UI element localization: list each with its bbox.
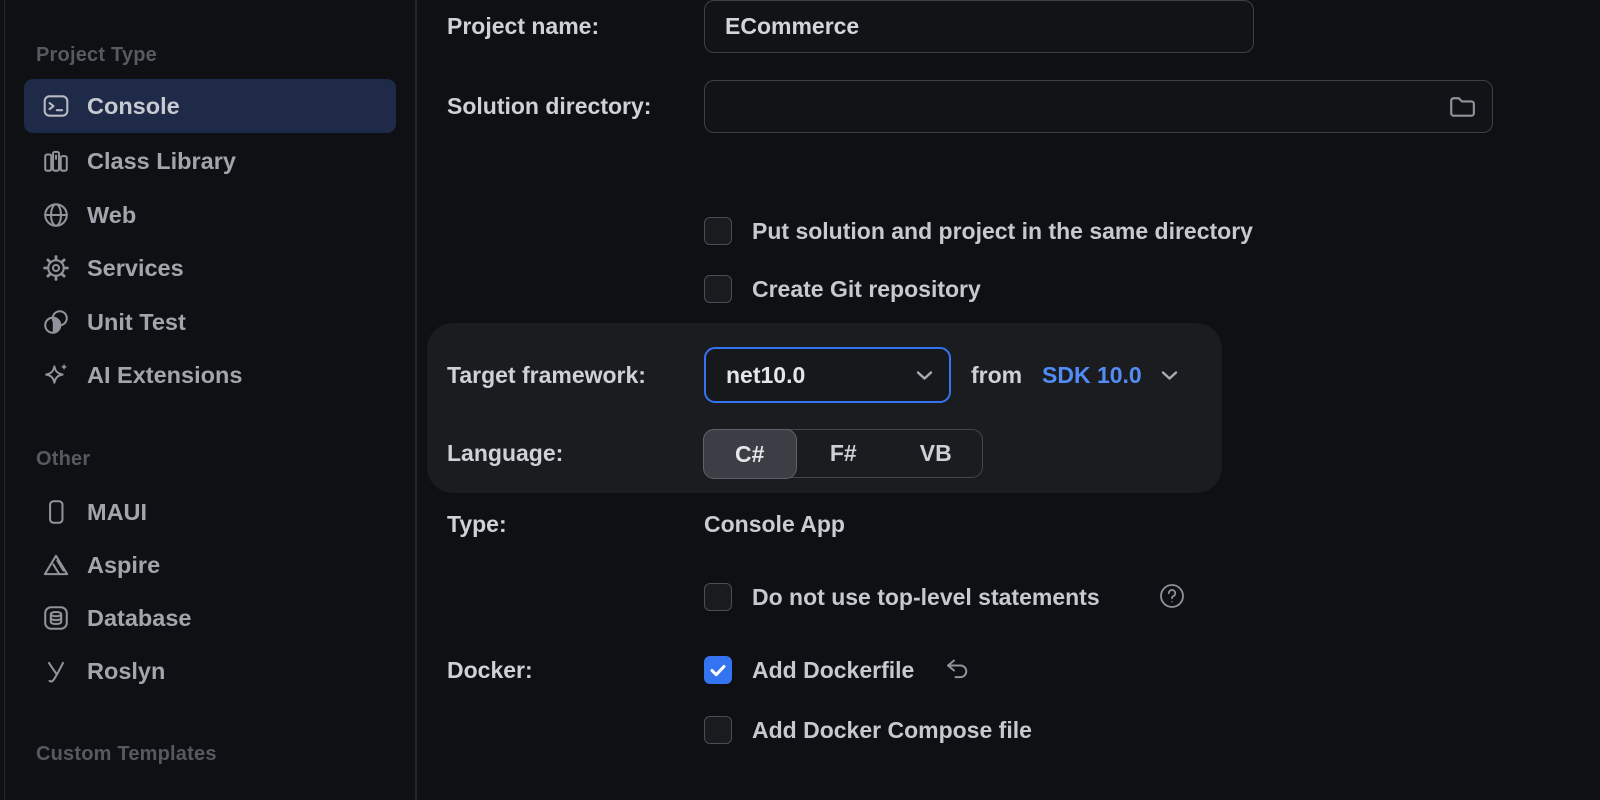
undo-icon[interactable]	[943, 655, 972, 684]
project-name-value: ECommerce	[725, 13, 859, 39]
sidebar-divider	[415, 0, 417, 800]
sidebar-item-services[interactable]: Services	[24, 241, 396, 295]
target-framework-label: Target framework:	[447, 361, 646, 389]
git-repository-checkbox[interactable]	[704, 275, 732, 303]
top-level-statements-label: Do not use top-level statements	[752, 583, 1100, 611]
add-dockerfile-label: Add Dockerfile	[752, 656, 914, 684]
project-type-sidebar: Project Type Console Class Library Web S…	[0, 0, 415, 800]
add-docker-compose-label: Add Docker Compose file	[752, 716, 1032, 744]
sidebar-item-console[interactable]: Console	[24, 79, 396, 133]
same-directory-checkbox[interactable]	[704, 217, 732, 245]
language-option-vb[interactable]: VB	[890, 430, 983, 477]
sparkle-icon	[42, 361, 70, 389]
phone-icon	[42, 498, 70, 526]
checkmark-icon	[708, 660, 728, 680]
sidebar-item-label: Web	[87, 202, 136, 229]
sidebar-item-web[interactable]: Web	[24, 188, 396, 242]
target-framework-value: net10.0	[706, 362, 916, 389]
docker-label: Docker:	[447, 656, 533, 684]
sidebar-item-azure-function[interactable]: Azure Function	[24, 789, 396, 800]
sidebar-item-aspire[interactable]: Aspire	[24, 538, 396, 592]
sidebar-item-label: Roslyn	[87, 658, 165, 685]
from-label: from	[971, 361, 1022, 389]
git-repository-label: Create Git repository	[752, 275, 981, 303]
project-name-input[interactable]: ECommerce	[704, 0, 1254, 53]
sidebar-item-maui[interactable]: MAUI	[24, 485, 396, 539]
gear-icon	[42, 254, 70, 282]
window-edge-line	[4, 0, 5, 800]
sidebar-section-header-custom-templates: Custom Templates	[36, 741, 217, 767]
sidebar-item-label: Class Library	[87, 148, 236, 175]
books-icon	[42, 147, 70, 175]
sidebar-item-label: Aspire	[87, 552, 160, 579]
aspire-triangle-icon	[42, 551, 70, 579]
terminal-icon	[42, 92, 70, 120]
language-option-csharp[interactable]: C#	[703, 429, 798, 479]
help-icon[interactable]	[1158, 582, 1186, 610]
database-icon	[42, 604, 70, 632]
sdk-version-link[interactable]: SDK 10.0	[1042, 361, 1142, 389]
sidebar-section-header-project-type: Project Type	[36, 42, 157, 68]
add-docker-compose-checkbox[interactable]	[704, 716, 732, 744]
project-name-label: Project name:	[447, 12, 599, 40]
sidebar-item-ai-extensions[interactable]: AI Extensions	[24, 348, 396, 402]
roslyn-icon	[42, 657, 70, 685]
sidebar-item-label: Database	[87, 605, 192, 632]
sidebar-item-database[interactable]: Database	[24, 591, 396, 645]
sidebar-item-class-library[interactable]: Class Library	[24, 134, 396, 188]
add-dockerfile-checkbox[interactable]	[704, 656, 732, 684]
language-segmented-control: C# F# VB	[703, 429, 983, 478]
type-label: Type:	[447, 510, 507, 538]
sidebar-item-label: Console	[87, 93, 180, 120]
solution-directory-label: Solution directory:	[447, 92, 651, 120]
chevron-down-icon[interactable]	[1161, 370, 1178, 381]
solution-directory-input[interactable]	[704, 80, 1493, 133]
sidebar-item-label: AI Extensions	[87, 362, 242, 389]
same-directory-label: Put solution and project in the same dir…	[752, 217, 1253, 245]
language-label: Language:	[447, 439, 563, 467]
type-value: Console App	[704, 510, 845, 538]
top-level-statements-checkbox[interactable]	[704, 583, 732, 611]
sidebar-item-label: MAUI	[87, 499, 147, 526]
sidebar-item-label: Unit Test	[87, 309, 186, 336]
sidebar-item-unit-test[interactable]: Unit Test	[24, 295, 396, 349]
folder-icon[interactable]	[1448, 92, 1476, 120]
sidebar-item-roslyn[interactable]: Roslyn	[24, 644, 396, 698]
language-option-fsharp[interactable]: F#	[797, 430, 890, 477]
sidebar-section-header-other: Other	[36, 446, 90, 472]
chevron-down-icon	[916, 370, 949, 381]
test-circles-icon	[42, 308, 70, 336]
globe-icon	[42, 201, 70, 229]
sidebar-item-label: Services	[87, 255, 184, 282]
target-framework-select[interactable]: net10.0	[704, 347, 951, 403]
